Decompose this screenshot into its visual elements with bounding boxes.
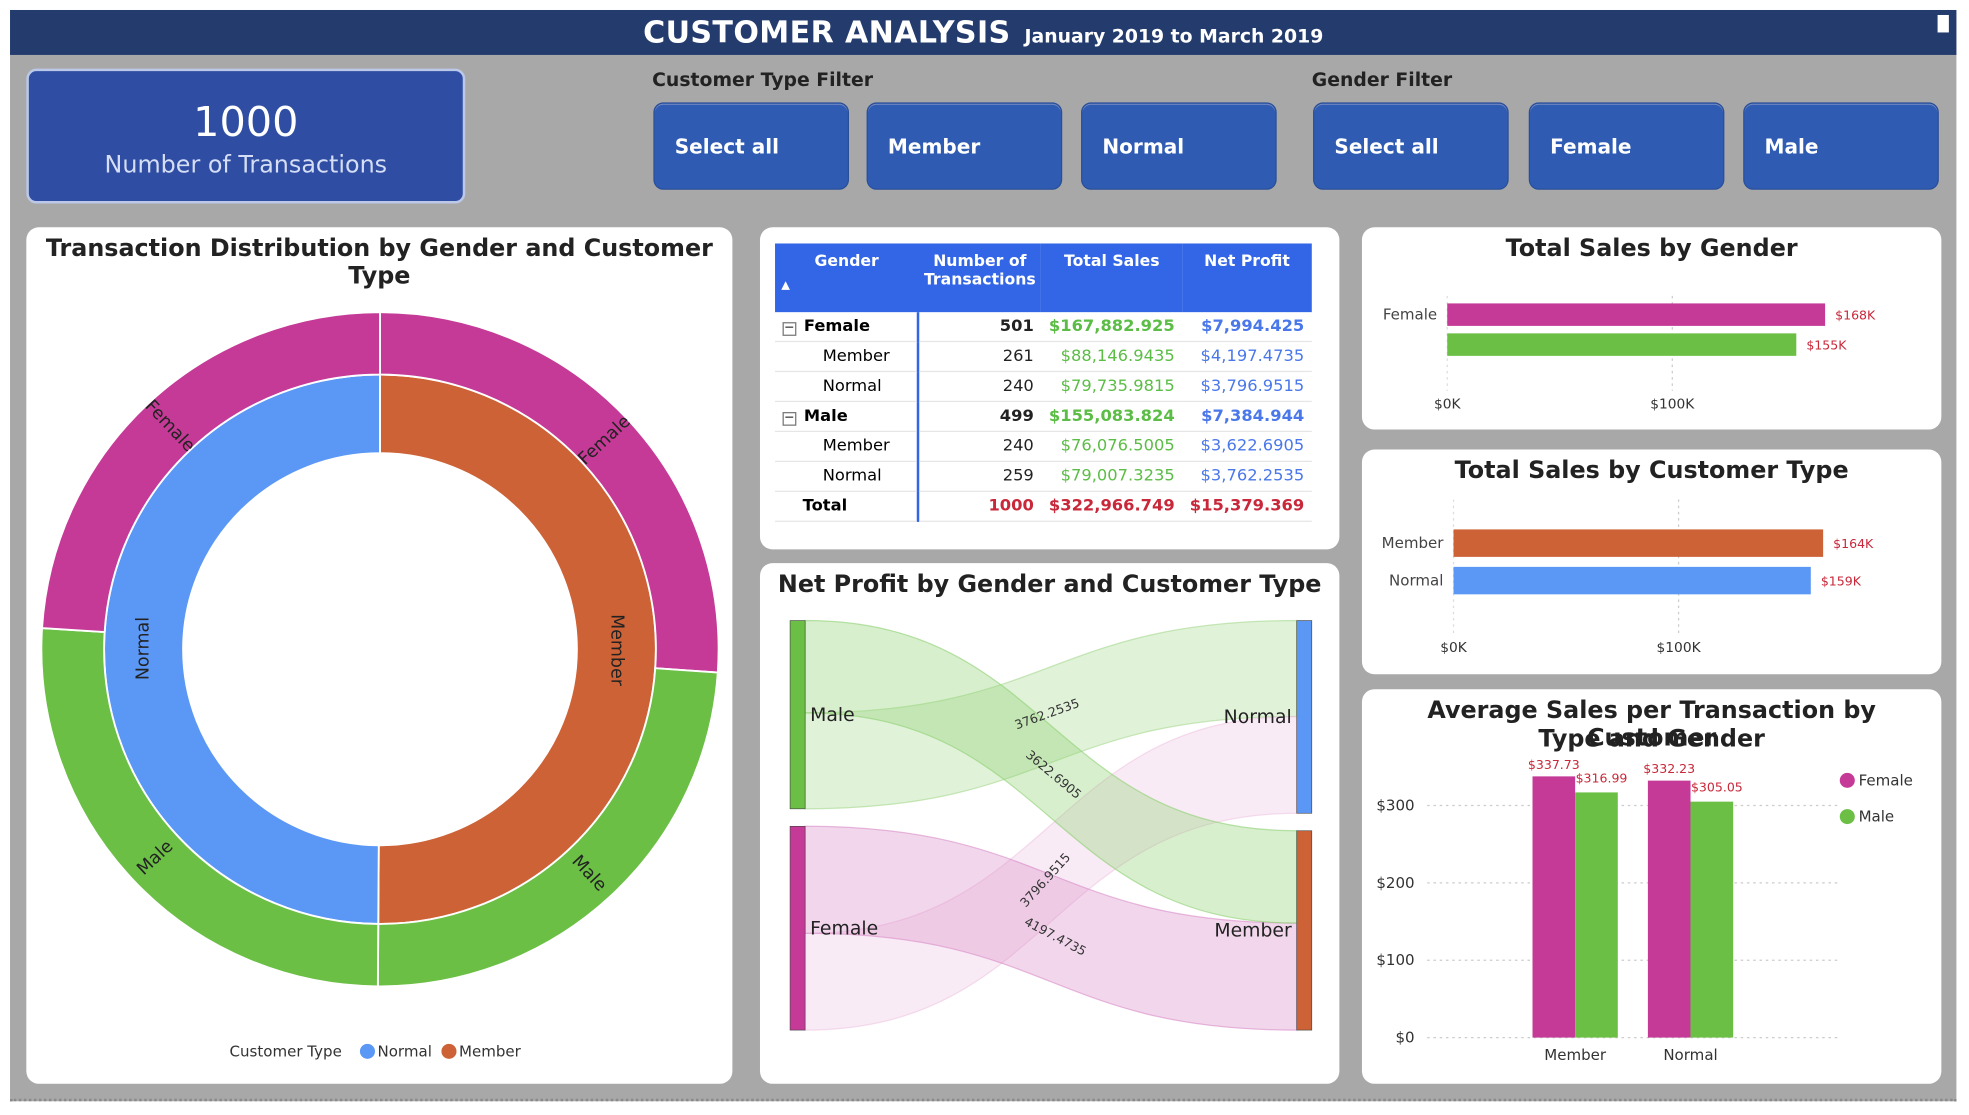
- sankey-label-member: Member: [1214, 921, 1292, 942]
- bar-data-label: $164K: [1833, 536, 1874, 551]
- title-bar: CUSTOMER ANALYSIS January 2019 to March …: [10, 9, 1957, 55]
- total-row: Total 1000 $322,966.749 $15,379.369: [775, 491, 1312, 522]
- bar: [1453, 566, 1811, 595]
- legend-member-label: Member: [459, 1042, 522, 1060]
- y-category-label: Member: [1382, 534, 1445, 552]
- column-data-label: $305.05: [1691, 780, 1743, 795]
- y-category-label: Normal: [1389, 572, 1443, 590]
- col-net-profit[interactable]: Net Profit: [1182, 243, 1312, 313]
- avg-sales-chart: $0 $100 $200 $300 $337.73$316.99 Member $332.2…: [1376, 757, 1913, 1064]
- donut-inner-label: Normal: [134, 617, 154, 680]
- donut-inner-label: Member: [606, 614, 626, 687]
- focus-mode-icon[interactable]: [1937, 14, 1949, 33]
- x-tick: $0K: [1434, 396, 1462, 412]
- sort-up-icon: ▲: [781, 279, 790, 293]
- legend-normal-marker: [359, 1043, 375, 1059]
- bar: [1447, 303, 1826, 326]
- collapse-icon[interactable]: −: [782, 411, 797, 426]
- collapse-icon[interactable]: −: [782, 322, 797, 336]
- legend-female-marker: [1839, 772, 1855, 788]
- sales-gender-card: Total Sales by Gender $0K $100K $168K Femal…: [1361, 227, 1942, 430]
- bar: [1453, 529, 1824, 557]
- sankey-label-normal: Normal: [1224, 707, 1292, 728]
- col-total-sales[interactable]: Total Sales: [1041, 243, 1183, 313]
- column-male: [1575, 792, 1618, 1038]
- filter-customer-select-all[interactable]: Select all: [653, 102, 850, 190]
- matrix-card: Gender ▲ Number of Transactions Total Sal…: [759, 227, 1340, 550]
- kpi-value: 1000: [193, 97, 299, 147]
- legend-title: Customer Type: [230, 1042, 342, 1060]
- column-data-label: $332.23: [1643, 761, 1695, 776]
- column-data-label: $316.99: [1576, 770, 1628, 785]
- customer-type-filter-label: Customer Type Filter: [652, 68, 874, 92]
- sales-type-card: Total Sales by Customer Type $0K $100K $16…: [1361, 449, 1942, 675]
- sankey-node-normal: [1296, 620, 1313, 814]
- page-title: CUSTOMER ANALYSIS: [643, 14, 1011, 50]
- sankey-node-female: [789, 825, 806, 1031]
- x-tick: $100K: [1650, 396, 1695, 412]
- column-female: [1532, 776, 1576, 1038]
- table-row: Member 261 $88,146.9435 $4,197.4735: [775, 341, 1312, 373]
- sales-type-chart: $0K $100K $164K Member $159K Normal: [1382, 499, 1874, 656]
- sales-gender-chart: $0K $100K $168K Female $155K: [1383, 295, 1876, 412]
- filter-customer-member[interactable]: Member: [866, 102, 1063, 190]
- table-row: − Male 499 $155,083.824 $7,384.944: [775, 401, 1312, 433]
- kpi-label: Number of Transactions: [104, 151, 388, 179]
- filter-gender-select-all[interactable]: Select all: [1313, 102, 1509, 190]
- page-subtitle: January 2019 to March 2019: [1024, 24, 1324, 48]
- sankey-label-male: Male: [810, 705, 855, 726]
- y-tick: $100: [1376, 951, 1414, 969]
- table-row: − Female 501 $167,882.925 $7,994.425: [775, 312, 1312, 343]
- x-tick: $0K: [1440, 640, 1468, 656]
- bar-data-label: $168K: [1835, 308, 1876, 323]
- col-transactions[interactable]: Number of Transactions: [918, 243, 1042, 313]
- column-data-label: $337.73: [1528, 757, 1580, 772]
- sankey-chart: MaleFemaleNormalMember3762.25353622.6905…: [789, 619, 1313, 1031]
- legend-male-label: Male: [1859, 808, 1895, 826]
- x-category-label: Member: [1544, 1046, 1607, 1064]
- y-tick: $0: [1395, 1029, 1414, 1047]
- legend-male-marker: [1839, 809, 1855, 825]
- y-category-label: Female: [1383, 306, 1437, 324]
- donut-card: Transaction Distribution by Gender and C…: [26, 227, 733, 1084]
- table-row: Normal 240 $79,735.9815 $3,796.9515: [775, 371, 1312, 403]
- filter-customer-normal[interactable]: Normal: [1081, 102, 1277, 190]
- kpi-card: 1000 Number of Transactions: [26, 68, 466, 204]
- legend-female-label: Female: [1859, 771, 1913, 789]
- sankey-card: Net Profit by Gender and Customer Type M…: [759, 563, 1340, 1084]
- gender-filter-label: Gender Filter: [1311, 68, 1453, 92]
- legend-normal-label: Normal: [377, 1042, 431, 1060]
- filter-gender-male[interactable]: Male: [1743, 102, 1939, 190]
- sankey-node-male: [789, 620, 806, 810]
- sales-matrix: Gender ▲ Number of Transactions Total Sal…: [775, 243, 1312, 522]
- column-male: [1690, 801, 1734, 1038]
- y-tick: $200: [1376, 874, 1414, 892]
- bar: [1447, 333, 1797, 356]
- sankey-node-member: [1296, 830, 1313, 1031]
- col-gender[interactable]: Gender ▲: [775, 243, 919, 313]
- avg-sales-card: Average Sales per Transaction by Custome…: [1361, 689, 1942, 1084]
- donut-chart: FemaleMaleMaleFemaleMemberNormalCustomer…: [40, 311, 720, 1060]
- bar-data-label: $155K: [1806, 338, 1847, 353]
- x-category-label: Normal: [1663, 1046, 1717, 1064]
- filter-gender-female[interactable]: Female: [1528, 102, 1725, 190]
- column-female: [1647, 780, 1691, 1038]
- table-row: Member 240 $76,076.5005 $3,622.6905: [775, 431, 1312, 462]
- legend-member-marker: [441, 1043, 457, 1059]
- table-row: Normal 259 $79,007.3235 $3,762.2535: [775, 461, 1312, 492]
- x-tick: $100K: [1657, 640, 1702, 656]
- bar-data-label: $159K: [1821, 574, 1862, 589]
- sankey-label-female: Female: [810, 918, 878, 939]
- y-tick: $300: [1376, 797, 1414, 815]
